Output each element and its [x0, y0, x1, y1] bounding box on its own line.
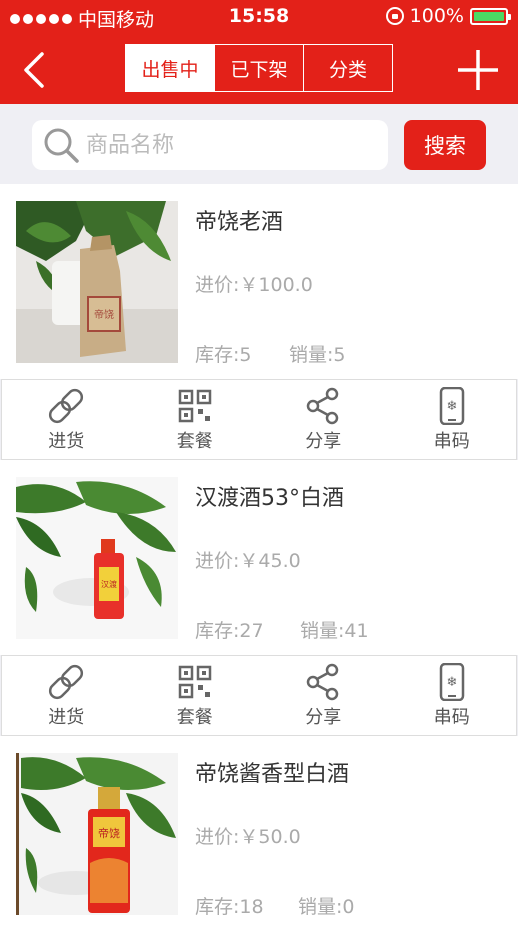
- product-name: 帝饶老酒: [195, 210, 284, 235]
- status-bar: 中国移动 15:58 100%: [0, 0, 518, 34]
- tab-off-shelf[interactable]: 已下架: [214, 45, 303, 91]
- product-price: 进价:￥45.0: [195, 550, 301, 572]
- orientation-lock-icon: [385, 7, 404, 25]
- search-button[interactable]: 搜索: [404, 120, 486, 170]
- serial-code-button[interactable]: ❄ 串码: [388, 380, 517, 459]
- link-icon: [49, 388, 84, 423]
- product-stock: 库存:18: [195, 896, 264, 918]
- product-item[interactable]: 帝饶 帝饶老酒 进价:￥100.0 库存:5 销量:5: [0, 184, 518, 379]
- nav-bar: 出售中 已下架 分类: [0, 34, 518, 104]
- product-name: 汉渡酒53°白酒: [195, 486, 344, 511]
- add-icon[interactable]: [456, 48, 500, 92]
- product-image: 帝饶: [16, 753, 178, 915]
- svg-text:帝饶: 帝饶: [98, 826, 120, 840]
- segmented-control: 出售中 已下架 分类: [125, 44, 393, 92]
- share-button[interactable]: 分享: [259, 656, 388, 735]
- qr-code-icon: [178, 665, 211, 698]
- restock-button[interactable]: 进货: [2, 380, 131, 459]
- restock-button[interactable]: 进货: [2, 656, 131, 735]
- product-price: 进价:￥50.0: [195, 826, 301, 848]
- battery-percent: 100%: [409, 5, 464, 27]
- phone-icon: ❄: [439, 386, 464, 425]
- product-name: 帝饶酱香型白酒: [195, 762, 350, 787]
- search-area: 搜索: [0, 104, 518, 184]
- share-label: 分享: [305, 430, 342, 452]
- restock-label: 进货: [48, 430, 85, 452]
- package-label: 套餐: [176, 430, 213, 452]
- share-icon: [307, 663, 339, 700]
- search-input[interactable]: [86, 132, 366, 158]
- svg-text:❄: ❄: [446, 399, 457, 414]
- tab-category[interactable]: 分类: [303, 45, 392, 91]
- product-stock: 库存:5: [195, 344, 252, 366]
- serial-code-label: 串码: [433, 430, 470, 452]
- qr-code-icon: [178, 389, 211, 422]
- link-icon: [49, 664, 84, 699]
- product-sales: 销量:5: [289, 344, 346, 366]
- share-button[interactable]: 分享: [259, 380, 388, 459]
- back-icon[interactable]: [16, 50, 56, 90]
- product-item[interactable]: 帝饶 帝饶酱香型白酒 进价:￥50.0 库存:18 销量:0: [0, 736, 518, 931]
- status-right: 100%: [385, 5, 511, 27]
- product-sales: 销量:0: [298, 896, 355, 918]
- package-button[interactable]: 套餐: [131, 656, 260, 735]
- tab-on-sale[interactable]: 出售中: [126, 45, 214, 91]
- product-list: 帝饶 帝饶老酒 进价:￥100.0 库存:5 销量:5 进货 套餐 分享 ❄ 串…: [0, 184, 518, 931]
- product-price: 进价:￥100.0: [195, 274, 313, 296]
- share-icon: [307, 387, 339, 424]
- product-item[interactable]: 汉渡 汉渡酒53°白酒 进价:￥45.0 库存:27 销量:41: [0, 460, 518, 655]
- product-stock: 库存:27: [195, 620, 264, 642]
- product-image: 帝饶: [16, 201, 178, 363]
- product-actions: 进货 套餐 分享 ❄ 串码: [1, 379, 517, 460]
- serial-code-label: 串码: [433, 706, 470, 728]
- product-sales: 销量:41: [300, 620, 369, 642]
- serial-code-button[interactable]: ❄ 串码: [388, 656, 517, 735]
- product-image: 汉渡: [16, 477, 178, 639]
- phone-icon: ❄: [439, 662, 464, 701]
- restock-label: 进货: [48, 706, 85, 728]
- product-actions: 进货 套餐 分享 ❄ 串码: [1, 655, 517, 736]
- battery-icon: [470, 7, 511, 25]
- svg-text:汉渡: 汉渡: [101, 579, 117, 589]
- svg-text:帝饶: 帝饶: [94, 308, 114, 321]
- svg-text:❄: ❄: [446, 675, 457, 690]
- share-label: 分享: [305, 706, 342, 728]
- package-button[interactable]: 套餐: [131, 380, 260, 459]
- search-box[interactable]: [32, 120, 388, 170]
- search-icon: [44, 128, 79, 163]
- package-label: 套餐: [176, 706, 213, 728]
